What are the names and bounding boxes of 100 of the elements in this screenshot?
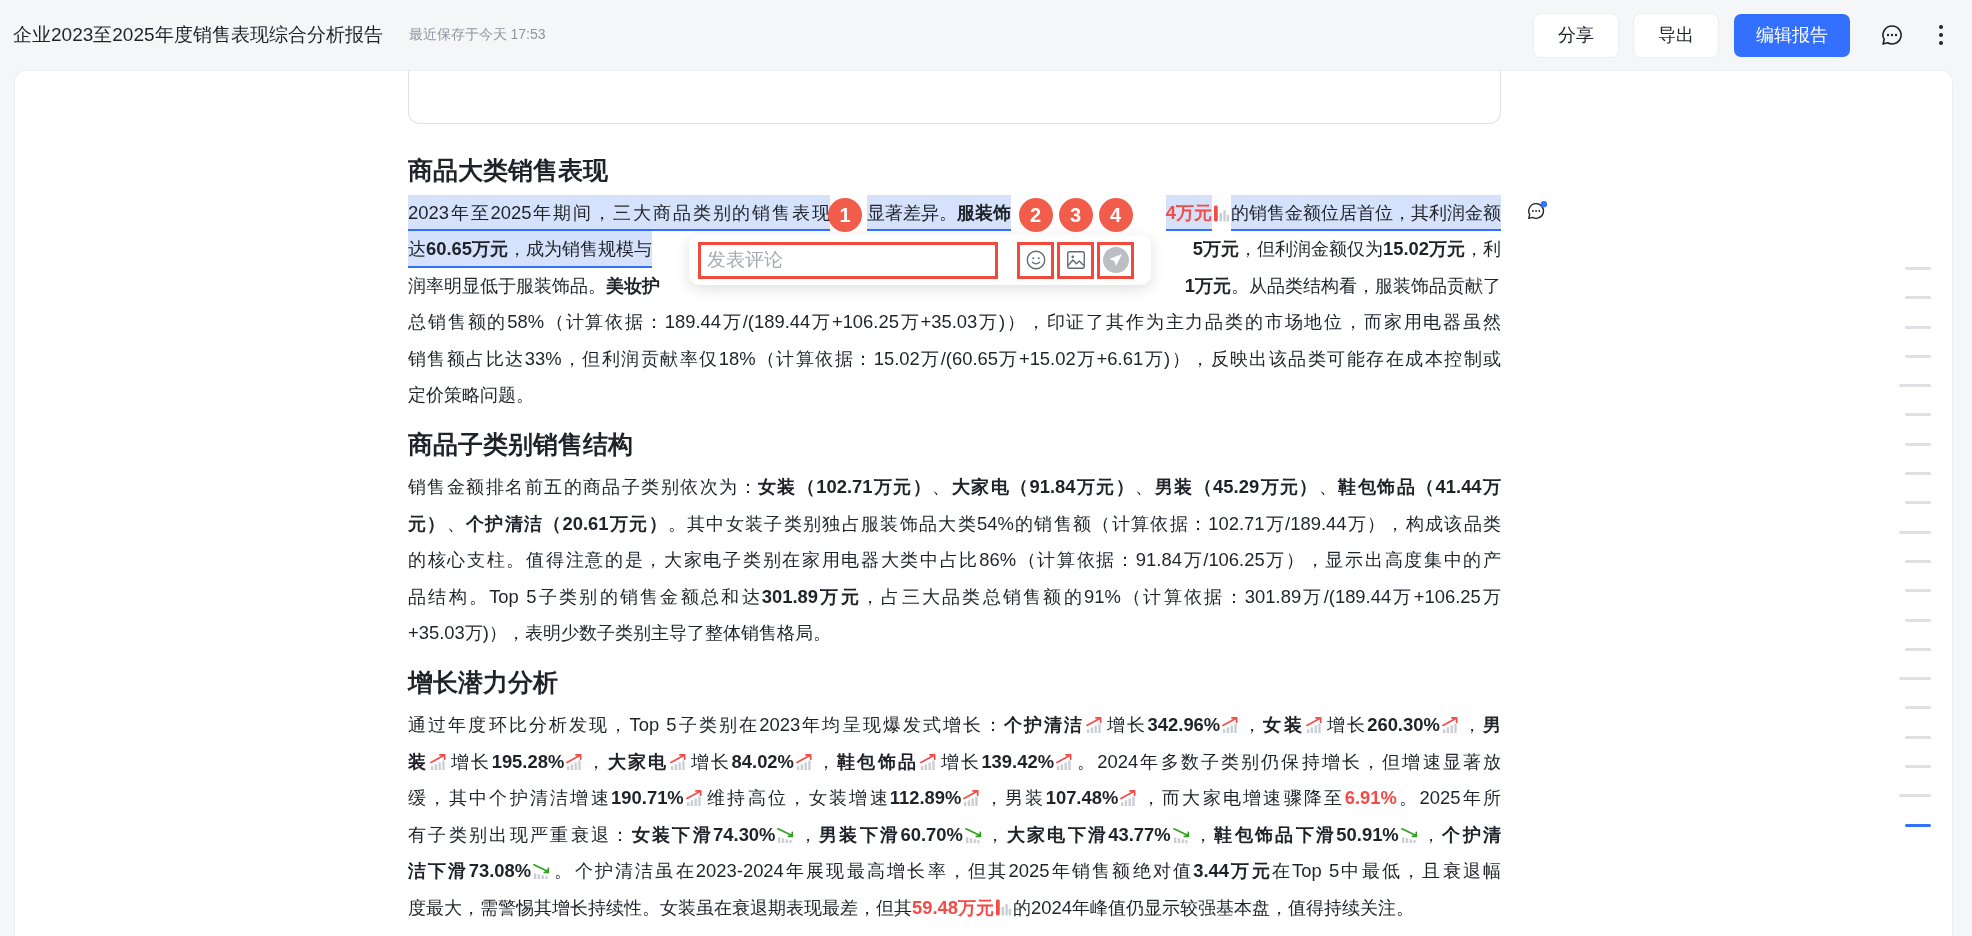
paragraph-text: ，个护清 <box>1419 823 1502 845</box>
outline-marker[interactable] <box>1899 794 1931 798</box>
outline-marker[interactable] <box>1905 442 1931 446</box>
section-heading: 商品大类销售表现 <box>408 155 609 186</box>
trend-down-icon[interactable] <box>533 862 551 880</box>
paragraph-text: 的销售金额位居首位，其利润金额 <box>1231 195 1501 232</box>
paragraph-text: 润率明显低于服装饰品。美妆护 <box>408 273 660 298</box>
paragraph-text: 维持高位，女装增速112.89% <box>704 787 962 809</box>
paragraph-text: 缓，其中个护清洁增速190.71% <box>408 787 684 809</box>
outline-marker[interactable] <box>1905 823 1931 827</box>
outline-marker[interactable] <box>1899 677 1931 681</box>
trend-up-icon[interactable] <box>670 752 688 770</box>
more-icon[interactable] <box>1938 24 1944 46</box>
outline-marker[interactable] <box>1905 735 1931 739</box>
outline-marker[interactable] <box>1905 413 1931 417</box>
outline-marker[interactable] <box>1899 384 1931 388</box>
document-title: 企业2023至2025年度销售表现综合分析报告 <box>13 23 383 47</box>
outline-marker[interactable] <box>1905 618 1931 622</box>
trend-up-icon[interactable] <box>795 752 813 770</box>
highlighted-figure: 4万元 <box>1165 195 1212 232</box>
trend-up-icon[interactable] <box>919 752 937 770</box>
highlighted-figure: 59.48万元 <box>912 896 995 918</box>
toolbar-button[interactable]: 分享 <box>1534 13 1618 57</box>
outline-marker[interactable] <box>1905 501 1931 505</box>
trend-down-icon[interactable] <box>1400 825 1418 843</box>
paragraph-text: 增长84.02% <box>689 750 794 772</box>
paragraph-text: 增长260.30% <box>1324 714 1440 736</box>
section-heading: 增长潜力分析 <box>408 667 559 699</box>
outline-marker[interactable] <box>1905 559 1931 563</box>
trend-up-icon[interactable] <box>1305 716 1323 734</box>
trend-down-icon[interactable] <box>777 825 795 843</box>
trend-down-icon[interactable] <box>964 825 982 843</box>
save-status: 最近保存于今天 17:53 <box>408 26 546 44</box>
edit-report-button[interactable]: 编辑报告 <box>1734 13 1850 57</box>
paragraph-text: 达60.65万元，成为销售规模与 <box>408 231 653 268</box>
paragraph-text: 销售金额排名前五的商品子类别依次为：女装（102.71万元）、大家电（91.84万元）、男装（45.29万元）、鞋包饰品（41.44万 <box>408 476 1502 498</box>
paragraph-text: ，男装下滑60.70% <box>796 823 963 845</box>
image-icon <box>1064 249 1087 271</box>
send-icon <box>1102 247 1129 273</box>
trend-up-icon[interactable] <box>1086 716 1104 734</box>
paragraph-text: 的核心支柱。值得注意的是，大家电子类别在家用电器大类中占比86%（计算依据：91.84万/106.25万），显示出高度集中的产 <box>408 549 1501 571</box>
paragraph-text: +35.03万)），表明少数子类别主导了整体销售格局。 <box>408 622 831 644</box>
paragraph-text: ，大家电 <box>585 750 669 772</box>
trend-up-icon[interactable] <box>963 789 981 807</box>
callout-number: 1 <box>828 197 862 232</box>
outline-marker[interactable] <box>1905 325 1931 329</box>
outline-marker[interactable] <box>1905 589 1931 593</box>
callout-number: 3 <box>1058 197 1093 232</box>
paragraph-text: 。2024年多数子类别仍保持增长，但增速显著放 <box>1075 750 1502 772</box>
paragraph-text: ，女装 <box>1241 714 1304 736</box>
outline-marker[interactable] <box>1905 472 1931 476</box>
toolbar-button[interactable]: 导出 <box>1634 13 1718 57</box>
outline-marker[interactable] <box>1905 267 1931 270</box>
outline-marker[interactable] <box>1905 647 1931 651</box>
callout-number: 4 <box>1098 197 1133 232</box>
bar-chart-icon[interactable] <box>1214 204 1229 223</box>
comment-icon[interactable] <box>1526 200 1548 222</box>
highlighted-figure: 6.91% <box>1344 787 1397 809</box>
trend-up-icon[interactable] <box>1222 716 1240 734</box>
paragraph-text: ，大家电下滑43.77% <box>983 823 1171 845</box>
send-button[interactable] <box>1097 241 1134 279</box>
paragraph-text: 定价策略问题。 <box>408 384 534 406</box>
paragraph-text: 的2024年峰值仍显示较强基本盘，值得持续关注。 <box>1013 896 1414 918</box>
emoji-button[interactable] <box>1017 241 1054 279</box>
trend-up-icon[interactable] <box>685 789 703 807</box>
outline-marker[interactable] <box>1905 765 1931 769</box>
paragraph-text: ，而大家电增速骤降至 <box>1139 787 1345 809</box>
trend-up-icon[interactable] <box>430 752 448 770</box>
paragraph-text: 品结构。Top 5子类别的销售金额总和达301.89万元，占三大品类总销售额的91%（计算依据：301.89万/(189.44万+106.25万 <box>408 585 1501 607</box>
paragraph-text: 2023年至2025年期间，三大商品类别的销售表现 <box>408 195 830 232</box>
outline-marker[interactable] <box>1899 530 1931 534</box>
paragraph-text: 销售额占比达33%，但利润贡献率仅18%（计算依据：15.02万/(60.65万+15.02万+6.61万)），反映出该品类可能存在成本控制或 <box>408 347 1501 369</box>
paragraph-text: ，鞋包饰品下滑50.91% <box>1191 823 1399 845</box>
smiley-icon <box>1024 249 1047 271</box>
image-button[interactable] <box>1057 241 1094 279</box>
paragraph-text: 增长342.96% <box>1105 714 1221 736</box>
comment-icon[interactable] <box>1880 23 1904 47</box>
bar-chart-icon[interactable] <box>996 897 1012 916</box>
trend-up-icon[interactable] <box>1056 752 1073 770</box>
trend-up-icon[interactable] <box>1120 789 1138 807</box>
paragraph-text: 通过年度环比分析发现，Top 5子类别在2023年均呈现爆发式增长：个护清洁 <box>408 714 1085 736</box>
paragraph-text: 1万元。从品类结构看，服装饰品贡献了 <box>1184 273 1501 298</box>
paragraph-text: 增长139.42% <box>938 750 1054 772</box>
outline-marker[interactable] <box>1905 706 1931 710</box>
trend-up-icon[interactable] <box>1441 716 1459 734</box>
paragraph-text: ，鞋包饰品 <box>814 750 918 772</box>
comment-input[interactable]: 发表评论 <box>698 241 998 279</box>
outline-marker[interactable] <box>1905 296 1931 300</box>
paragraph-text: 有子类别出现严重衰退：女装下滑74.30% <box>408 823 776 845</box>
paragraph-text: 洁下滑73.08% <box>408 860 532 882</box>
outline-marker[interactable] <box>1905 354 1931 358</box>
paragraph-text: 度最大，需警惕其增长持续性。女装虽在衰退期表现最差，但其 <box>408 896 912 918</box>
paragraph-text: 总销售额的58%（计算依据：189.44万/(189.44万+106.25万+35.03万)），印证了其作为主力品类的市场地位，而家用电器虽然 <box>408 311 1501 333</box>
trend-down-icon[interactable] <box>1172 825 1190 843</box>
paragraph-text: ，男 <box>1460 714 1502 736</box>
paragraph-text: 元）、个护清洁（20.61万元）。其中女装子类别独占服装饰品大类54%的销售额（计算依据：102.71万/189.44万），构成该品类 <box>408 512 1502 534</box>
paragraph-text: 装 <box>408 750 429 772</box>
callout-number: 2 <box>1018 197 1053 232</box>
paragraph-text: 。2025年所 <box>1396 787 1501 809</box>
trend-up-icon[interactable] <box>566 752 584 770</box>
